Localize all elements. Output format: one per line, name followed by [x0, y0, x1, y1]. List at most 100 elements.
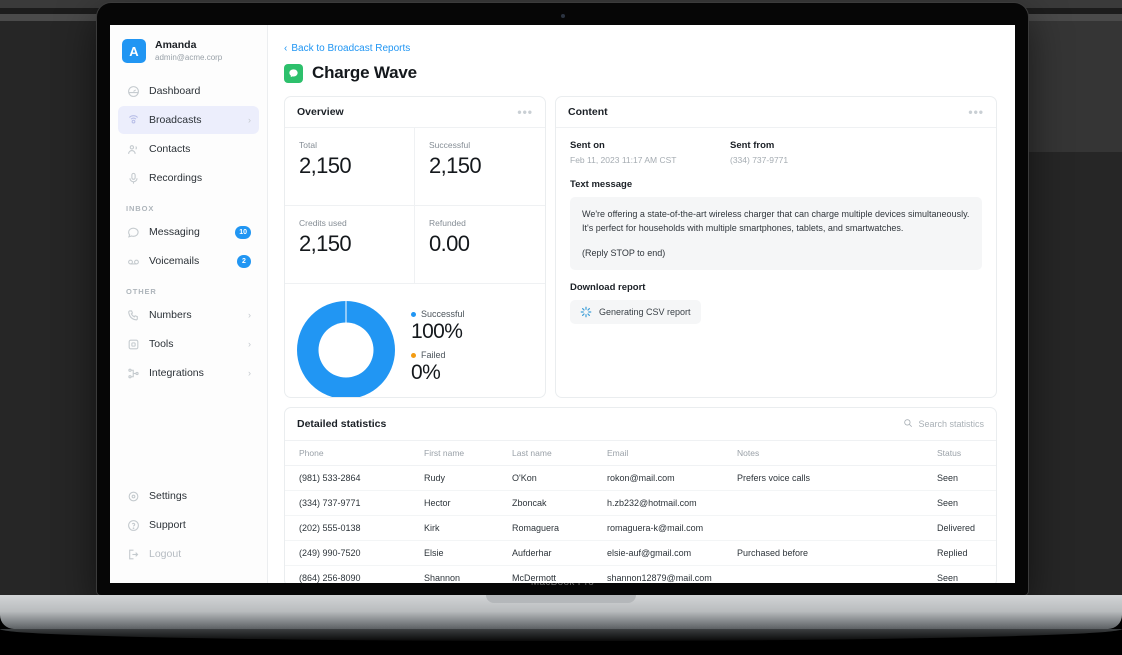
message-paragraph: (Reply STOP to end) [582, 248, 666, 258]
nav-primary: Dashboard Broadcasts › Contacts Recordin… [110, 77, 267, 193]
table-row[interactable]: (864) 256-8090 Shannon McDermott shannon… [285, 565, 996, 583]
profile[interactable]: A Amanda admin@acme.corp [110, 39, 267, 77]
sidebar-item-integrations[interactable]: Integrations › [118, 359, 259, 387]
cell-last-name: Aufderhar [498, 540, 593, 566]
sidebar-item-support[interactable]: Support [118, 511, 259, 539]
sidebar-item-dashboard[interactable]: Dashboard [118, 77, 259, 105]
legend-key: Successful [411, 309, 465, 319]
cell-email: romaguera-k@mail.com [593, 515, 723, 541]
cell-first-name: Kirk [410, 515, 498, 541]
sidebar-item-label: Recordings [149, 172, 203, 184]
generating-csv-report-button[interactable]: Generating CSV report [570, 300, 701, 324]
gear-icon [126, 489, 140, 503]
sidebar-item-label: Logout [149, 548, 182, 560]
table-row[interactable]: (981) 533-2864 Rudy O'Kon rokon@mail.com… [285, 465, 996, 491]
content-body: Sent on Feb 11, 2023 11:17 AM CST Sent f… [556, 128, 996, 336]
sidebar-item-contacts[interactable]: Contacts [118, 135, 259, 163]
overview-card-header: Overview ••• [285, 97, 545, 128]
contacts-icon [126, 142, 140, 156]
nav-other: Numbers › Tools › Integrations › [110, 301, 267, 388]
sidebar-group-other-title: OTHER [126, 287, 157, 296]
integrations-icon [126, 366, 140, 380]
scene: s ⋮ MacBook Pro A Amanda admin@acme.corp [0, 0, 1122, 655]
broadcast-icon [126, 113, 140, 127]
legend-label: Failed [421, 350, 446, 360]
donut-ring [297, 301, 395, 397]
table-header: Phone First name Last name Email Notes S… [285, 441, 996, 466]
chevron-right-icon: › [248, 115, 251, 125]
nav-bottom: Settings Support Logout [110, 482, 267, 583]
sidebar-item-label: Voicemails [149, 255, 200, 267]
legend-dot-successful [411, 311, 416, 317]
legend-label: Successful [421, 309, 465, 319]
screen-content: A Amanda admin@acme.corp Dashboard Broad… [110, 25, 1015, 583]
legend-dot-failed [411, 352, 416, 358]
gauge-icon [126, 84, 140, 98]
cell-last-name: McDermott [498, 565, 593, 583]
column-header-last-name[interactable]: Last name [498, 441, 593, 466]
stat-refunded: Refunded 0.00 [415, 206, 545, 284]
logout-icon [126, 547, 140, 561]
chevron-right-icon: › [248, 310, 251, 320]
overflow-menu-icon[interactable]: ••• [517, 106, 533, 118]
spinner-icon [580, 306, 592, 318]
table-row[interactable]: (249) 990-7520 Elsie Aufderhar elsie-auf… [285, 540, 996, 566]
chat-bubble-icon [284, 63, 303, 83]
legend-value: 0% [411, 361, 441, 384]
chevron-left-icon: ‹ [284, 43, 288, 54]
sent-on-value: Feb 11, 2023 11:17 AM CST [570, 155, 677, 165]
sidebar-item-broadcasts[interactable]: Broadcasts › [118, 106, 259, 134]
cell-email: h.zb232@hotmail.com [593, 490, 723, 516]
column-header-first-name[interactable]: First name [410, 441, 498, 466]
delivery-donut-chart: Successful 100% Failed 0% [285, 284, 545, 397]
table-row[interactable]: (202) 555-0138 Kirk Romaguera romaguera-… [285, 515, 996, 541]
sidebar-item-recordings[interactable]: Recordings [118, 164, 259, 192]
help-icon [126, 518, 140, 532]
cell-email: rokon@mail.com [593, 465, 723, 491]
cell-phone: (334) 737-9771 [285, 490, 410, 516]
sidebar-item-voicemails[interactable]: Voicemails 2 [118, 247, 259, 275]
column-header-email[interactable]: Email [593, 441, 723, 466]
statistics-table: Phone First name Last name Email Notes S… [285, 441, 996, 583]
sidebar-item-label: Integrations [149, 367, 204, 379]
microphone-icon [126, 171, 140, 185]
sidebar-item-messaging[interactable]: Messaging 10 [118, 218, 259, 246]
column-header-notes[interactable]: Notes [723, 441, 923, 466]
stat-total: Total 2,150 [285, 128, 415, 206]
column-header-phone[interactable]: Phone [285, 441, 410, 466]
download-status-label: Generating CSV report [599, 307, 691, 317]
cell-last-name: O'Kon [498, 465, 593, 491]
cell-status: Delivered [923, 515, 996, 541]
download-report-label: Download report [570, 282, 646, 293]
back-to-broadcast-reports-link[interactable]: ‹ Back to Broadcast Reports [284, 43, 997, 54]
legend-item-successful: Successful 100% [411, 309, 465, 344]
search-statistics-input[interactable]: Search statistics [903, 418, 984, 430]
sidebar-item-settings[interactable]: Settings [118, 482, 259, 510]
column-header-status[interactable]: Status [923, 441, 996, 466]
stat-value: 2,150 [429, 153, 482, 178]
stat-value: 2,150 [299, 153, 352, 178]
sidebar-item-numbers[interactable]: Numbers › [118, 301, 259, 329]
text-message-body: We're offering a state-of-the-art wirele… [570, 197, 982, 270]
stat-label: Total [299, 140, 317, 150]
laptop-foot-shadow [0, 629, 1122, 641]
cell-first-name: Elsie [410, 540, 498, 566]
table-body: (981) 533-2864 Rudy O'Kon rokon@mail.com… [285, 465, 996, 583]
search-placeholder: Search statistics [918, 419, 984, 429]
table-row[interactable]: (334) 737-9771 Hector Zboncak h.zb232@ho… [285, 490, 996, 516]
stat-label: Successful [429, 140, 471, 150]
cell-notes: Purchased before [723, 540, 923, 566]
sent-from-label: Sent from [730, 140, 775, 151]
nav-inbox: Messaging 10 Voicemails 2 [110, 218, 267, 276]
sidebar-item-label: Settings [149, 490, 187, 502]
legend-key: Failed [411, 350, 465, 360]
sidebar-item-logout[interactable]: Logout [118, 540, 259, 568]
laptop-screen: MacBook Pro A Amanda admin@acme.corp [97, 3, 1028, 595]
content-card-header: Content ••• [556, 97, 996, 128]
status-badge: 10 [235, 225, 251, 239]
phone-icon [126, 308, 140, 322]
detailed-statistics-card: Detailed statistics Search statistics Ph… [284, 407, 997, 583]
overflow-menu-icon[interactable]: ••• [968, 106, 984, 118]
status-badge: 2 [237, 254, 251, 268]
sidebar-item-tools[interactable]: Tools › [118, 330, 259, 358]
